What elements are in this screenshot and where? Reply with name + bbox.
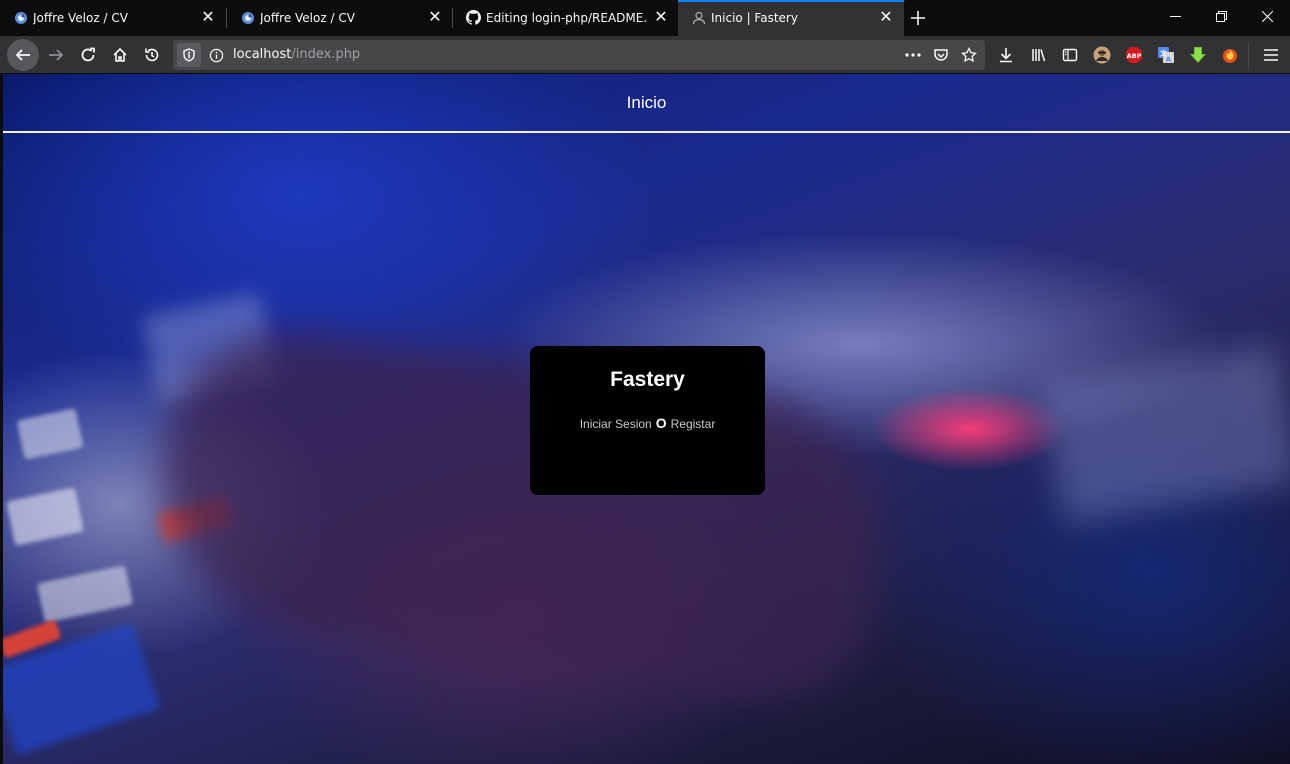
tab-joffre-cv-1[interactable]: Joffre Veloz / CV ✕	[0, 0, 226, 36]
translate-icon[interactable]: 文A	[1156, 45, 1176, 65]
new-tab-button[interactable]	[904, 4, 932, 32]
svg-text:A: A	[1166, 56, 1172, 64]
arrow-right-icon	[49, 49, 64, 61]
reload-button[interactable]	[74, 41, 102, 69]
tab-joffre-cv-2[interactable]: Joffre Veloz / CV ✕	[227, 0, 453, 36]
tab-strip: Joffre Veloz / CV ✕ Joffre Veloz / CV ✕ …	[0, 0, 1290, 36]
login-link[interactable]: Iniciar Sesion	[580, 417, 652, 431]
register-link[interactable]: Registar	[671, 417, 716, 431]
info-icon[interactable]	[207, 46, 225, 64]
history-button[interactable]	[138, 41, 166, 69]
card-title: Fastery	[610, 368, 685, 391]
person-icon	[691, 10, 706, 25]
page-actions-icon[interactable]	[903, 45, 923, 65]
tab-inicio-fastery[interactable]: Inicio | Fastery ✕	[678, 0, 904, 36]
close-tab-icon[interactable]: ✕	[427, 9, 443, 25]
adblock-plus-icon[interactable]: ABP	[1124, 45, 1144, 65]
background-photo-detail	[1039, 344, 1290, 524]
tab-title: Inicio | Fastery	[711, 11, 798, 25]
svg-text:ABP: ABP	[1127, 52, 1142, 60]
download-helper-icon[interactable]	[1188, 45, 1208, 65]
favicon-cv-icon	[13, 10, 28, 25]
history-icon	[145, 48, 159, 62]
forward-button[interactable]	[42, 41, 70, 69]
pocket-icon[interactable]	[931, 45, 951, 65]
close-tab-icon[interactable]: ✕	[653, 9, 669, 25]
arrow-left-icon	[15, 49, 30, 61]
minimize-icon[interactable]	[1152, 0, 1198, 32]
page-title[interactable]: Inicio	[627, 93, 667, 113]
restore-icon[interactable]	[1198, 0, 1244, 32]
github-icon	[466, 10, 481, 25]
home-icon	[113, 47, 127, 62]
page-viewport: Inicio Fastery Iniciar Sesion O Registar	[0, 74, 1290, 764]
hamburger-menu-icon[interactable]	[1261, 45, 1281, 65]
close-tab-icon[interactable]: ✕	[200, 9, 216, 25]
toolbar-separator	[1248, 42, 1249, 68]
header-divider	[3, 131, 1290, 133]
background-photo-detail	[142, 315, 898, 713]
tab-title: Joffre Veloz / CV	[260, 11, 355, 25]
background-photo-detail	[6, 487, 84, 546]
close-tab-icon[interactable]: ✕	[878, 9, 894, 25]
welcome-card: Fastery Iniciar Sesion O Registar	[530, 346, 765, 495]
reload-icon	[81, 47, 95, 62]
tab-title: Joffre Veloz / CV	[33, 11, 128, 25]
url-host: localhost	[233, 47, 292, 62]
background-photo-detail	[36, 565, 134, 623]
tab-title: Editing login-php/README.md	[486, 11, 648, 25]
navigation-toolbar: localhost/index.php ABP 文A	[0, 36, 1290, 74]
background-photo-detail	[16, 408, 84, 460]
library-icon[interactable]	[1029, 45, 1049, 65]
account-avatar-icon[interactable]	[1092, 45, 1112, 65]
url-text[interactable]: localhost/index.php	[233, 47, 360, 62]
tab-readme-editing[interactable]: Editing login-php/README.md ✕	[453, 0, 679, 36]
tracking-shield-icon[interactable]	[177, 43, 201, 67]
sidebar-icon[interactable]	[1060, 45, 1080, 65]
bookmark-star-icon[interactable]	[959, 45, 979, 65]
site-header: Inicio	[3, 74, 1290, 132]
page-left-edge	[0, 74, 3, 764]
downloads-icon[interactable]	[996, 45, 1016, 65]
auth-links: Iniciar Sesion O Registar	[530, 415, 765, 431]
url-path: /index.php	[291, 47, 361, 62]
extension-fire-icon[interactable]	[1220, 45, 1240, 65]
favicon-cv-icon	[240, 10, 255, 25]
back-button[interactable]	[7, 39, 39, 71]
or-separator: O	[655, 415, 667, 431]
home-button[interactable]	[106, 41, 134, 69]
close-window-icon[interactable]	[1244, 0, 1290, 32]
url-bar[interactable]: localhost/index.php	[173, 40, 985, 70]
